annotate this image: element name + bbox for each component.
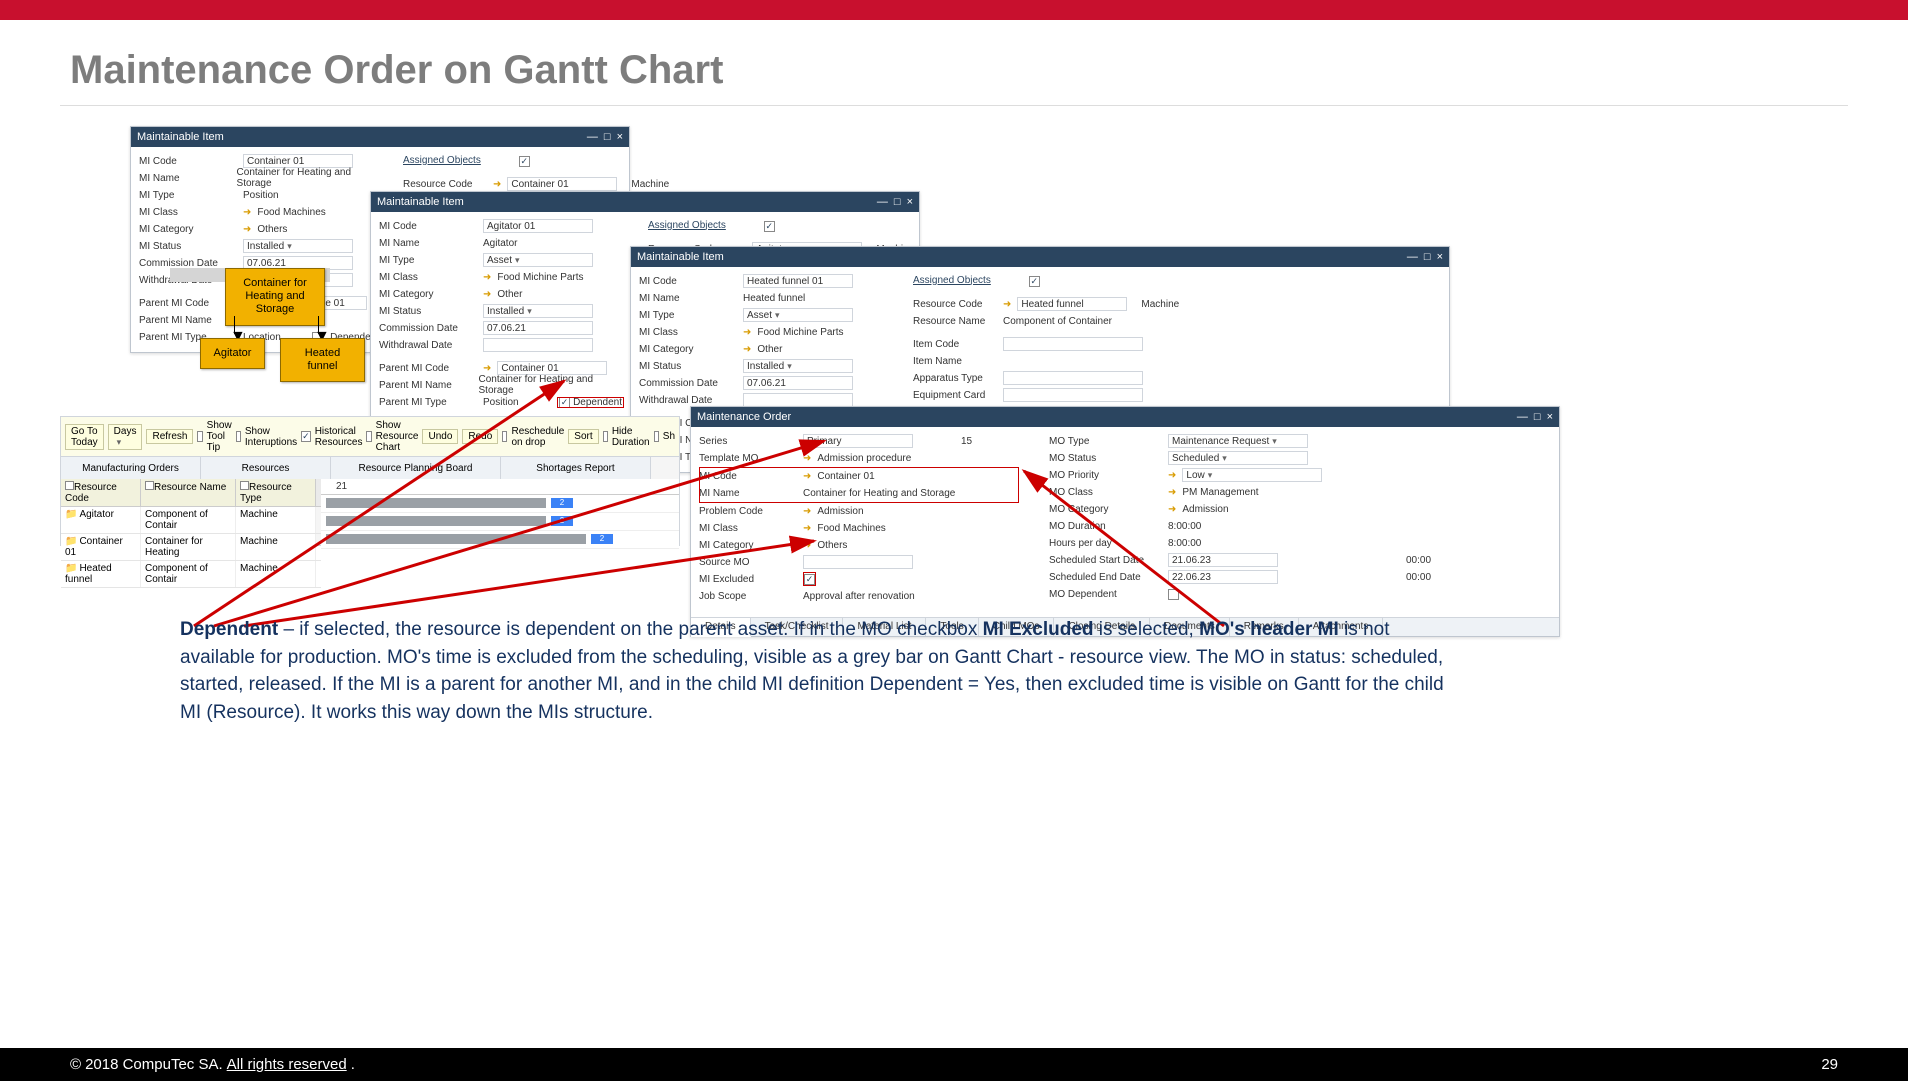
minimize-icon[interactable]: — [587,131,598,143]
gantt-row[interactable]: 📁AgitatorComponent of ContairMachine [61,507,321,534]
refresh-button[interactable]: Refresh [146,429,193,444]
footer: © 2018 CompuTec SA. All rights reserved … [0,1048,1908,1081]
go-today-button[interactable]: Go To Today [65,424,104,450]
gantt-row[interactable]: 📁Heated funnelComponent of ContairMachin… [61,561,321,588]
tab-resource-planning[interactable]: Resource Planning Board [331,457,501,479]
page-title: Maintenance Order on Gantt Chart [70,48,1848,93]
assigned-checkbox[interactable] [519,156,530,167]
label: MI Code [139,156,239,167]
mi-excluded-checkbox[interactable] [804,574,815,585]
window-title: Maintainable Item [137,131,224,143]
divider [60,105,1848,106]
window-maintenance-order: Maintenance Order—□× SeriesPrimary15 Tem… [690,406,1560,637]
header-red-bar [0,0,1908,20]
tab-resources[interactable]: Resources [201,457,331,479]
slide-canvas: Maintainable Item — □ × MI Code Container 0… [60,126,1848,806]
gantt-panel: Go To Today Days ▾ Refresh Show Tool Tip… [60,416,680,546]
status-select[interactable]: Installed▾ [243,239,353,253]
diagram-parent-box: Container for Heating and Storage [225,268,325,326]
diagram-child1: Agitator [200,338,265,369]
undo-button[interactable]: Undo [422,429,458,444]
redo-button[interactable]: Redo [462,429,498,444]
window-controls: — □ × [587,131,623,143]
description-text: Dependent – if selected, the resource is… [180,616,1450,726]
dependent-checkbox[interactable] [559,397,570,408]
days-select[interactable]: Days ▾ [108,424,143,450]
mi-code-input[interactable]: Container 01 [243,154,353,168]
gantt-toolbar: Go To Today Days ▾ Refresh Show Tool Tip… [61,417,679,457]
titlebar: Maintainable Item — □ × [131,127,629,147]
page-number: 29 [1821,1056,1838,1073]
tab-shortages[interactable]: Shortages Report [501,457,651,479]
maximize-icon[interactable]: □ [604,131,611,143]
close-icon[interactable]: × [617,131,623,143]
tab-manufacturing-orders[interactable]: Manufacturing Orders [61,457,201,479]
gantt-row[interactable]: 📁Container 01Container for HeatingMachin… [61,534,321,561]
link-arrow-icon[interactable]: ➜ [243,207,251,218]
hierarchy-diagram: Container for Heating and Storage ▼ ▼ Ag… [130,268,360,368]
mo-dependent-checkbox[interactable] [1168,589,1179,600]
diagram-child2: Heated funnel [280,338,365,382]
